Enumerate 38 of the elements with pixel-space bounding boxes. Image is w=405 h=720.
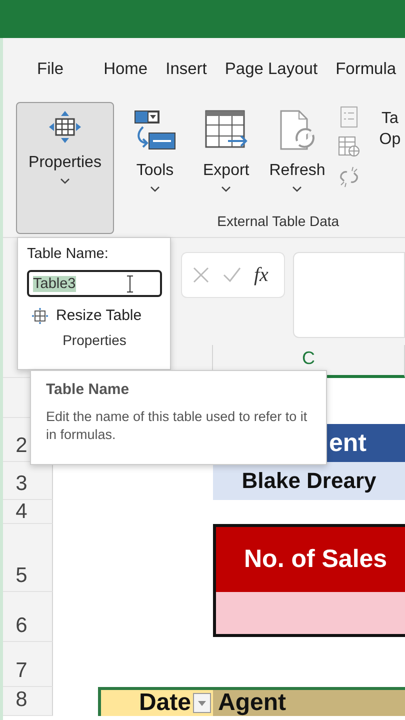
row-number[interactable]: 3 (3, 462, 53, 500)
tooltip-title: Table Name (46, 381, 130, 398)
formula-input[interactable] (293, 252, 405, 338)
table-arrows-icon (47, 109, 83, 145)
field-label: Table Name: (27, 246, 110, 262)
ribbon-button[interactable]: Properties (16, 102, 114, 234)
checkmark-icon (222, 266, 242, 284)
row-number[interactable]: 5 (3, 524, 53, 592)
ribbon-tab[interactable]: Insert (156, 60, 216, 78)
group-label: Properties (62, 332, 128, 348)
broken-link-icon (338, 166, 360, 188)
ribbon-tab[interactable]: File (28, 60, 73, 78)
table-name-field[interactable]: Table3 (27, 270, 162, 297)
resize-table-button[interactable]: Resize Table (27, 307, 162, 324)
ribbon-button[interactable]: Refresh (262, 102, 332, 213)
ribbon-tab[interactable]: Home (94, 60, 157, 78)
row-number[interactable]: 6 (3, 592, 53, 642)
row-number[interactable]: 4 (3, 500, 53, 524)
header-cell: No. of Sales (213, 524, 405, 592)
cell: Blake Dreary (213, 462, 405, 500)
ribbon-tab[interactable]: Formula (326, 60, 405, 78)
resize-table-icon (32, 308, 48, 324)
insert-function-button[interactable]: fx (254, 264, 268, 286)
group-label: External Table Data (216, 213, 340, 231)
ribbon-button[interactable]: Export (196, 102, 256, 213)
cell-text: Date (138, 689, 191, 717)
cancel-icon (192, 266, 210, 284)
ribbon-button[interactable]: Tools (126, 102, 184, 231)
row-number[interactable]: 7 (3, 642, 53, 687)
table-header-cell: Agent (213, 687, 405, 716)
text-cursor-icon (126, 274, 134, 292)
table-globe-icon (338, 136, 360, 158)
caret-icon (198, 700, 206, 706)
row-number[interactable]: 8 (3, 687, 53, 716)
filter-dropdown-button[interactable] (193, 693, 211, 713)
ribbon-tab[interactable]: Page Layout (216, 60, 327, 78)
ribbon-button[interactable]: Ta Op (372, 102, 405, 231)
list-icon (340, 106, 358, 128)
